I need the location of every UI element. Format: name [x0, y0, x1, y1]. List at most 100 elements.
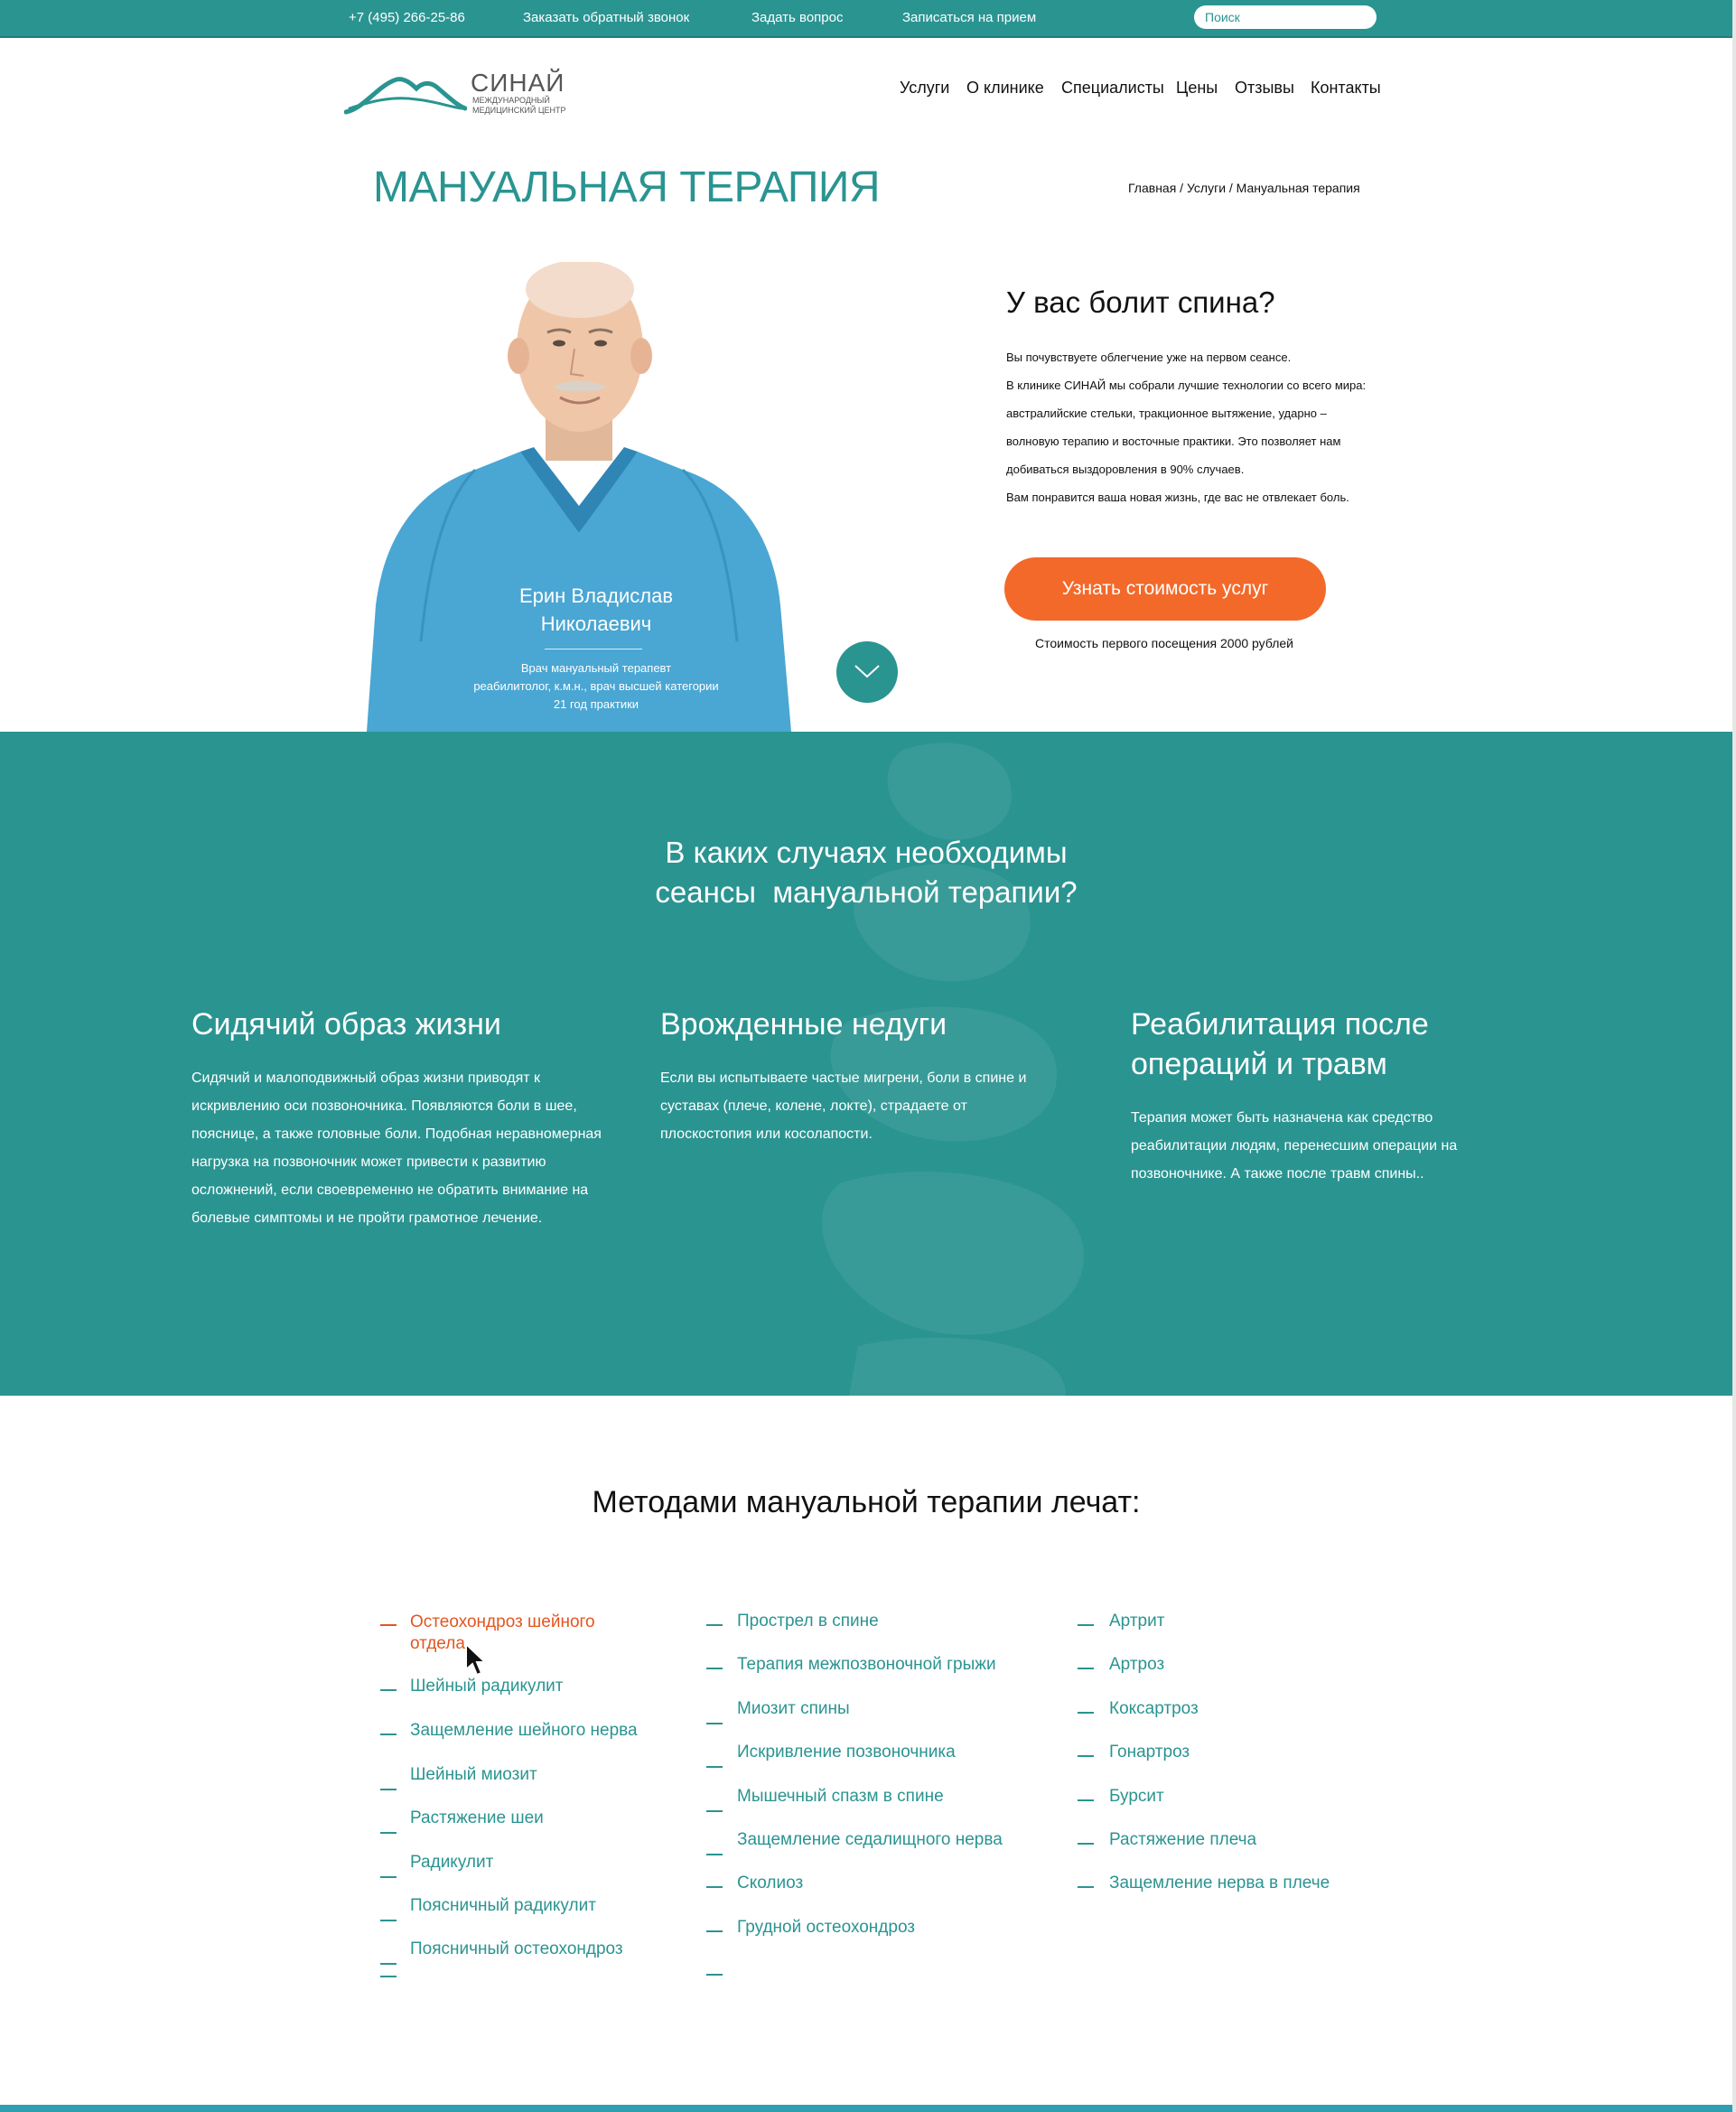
doctor-name-line-1: Ерин Владислав — [518, 584, 674, 607]
doctor-role-line-1: Врач мануальный терапевт — [520, 661, 672, 675]
dash-icon — [706, 1854, 723, 1855]
case-title-line: Реабилитация после — [1131, 1007, 1429, 1042]
logo[interactable]: СИНАЙ МЕЖДУНАРОДНЫЙ МЕДИЦИНСКИЙ ЦЕНТР — [344, 69, 588, 119]
method-link[interactable]: Поясничный радикулит — [410, 1896, 651, 1916]
case-text-rehabilitation: Терапия может быть назначена как средств… — [1131, 1110, 1458, 1182]
case-title-congenital: Врожденные недуги — [660, 1005, 1076, 1044]
list-item[interactable]: Растяжение плеча — [1078, 1830, 1376, 1874]
doctor-role: Врач мануальный терапевт реабилитолог, к… — [434, 659, 759, 714]
method-link[interactable]: Терапия межпозвоночной грыжи — [737, 1655, 1050, 1675]
list-item[interactable]: Остеохондроз шейного отдела — [380, 1612, 651, 1677]
nav-specialists[interactable]: Специалисты — [1061, 79, 1164, 98]
doctor-role-line-2: реабилитолог, к.м.н., врач высшей катего… — [473, 679, 719, 693]
case-title-line: операций и травм — [1131, 1047, 1387, 1081]
method-link[interactable]: Сколиоз — [737, 1874, 1050, 1893]
chevron-down-icon — [854, 665, 880, 678]
footer-strip — [0, 2105, 1732, 2112]
list-item[interactable]: Артроз — [1078, 1655, 1376, 1699]
method-link[interactable]: Коксартроз — [1109, 1699, 1376, 1719]
method-link[interactable]: Мышечный спазм в спине — [737, 1787, 1050, 1807]
list-item[interactable]: Мышечный спазм в спине — [706, 1787, 1050, 1830]
dash-icon — [380, 1789, 397, 1790]
ask-question-link[interactable]: Задать вопрос — [751, 10, 843, 25]
search-input[interactable] — [1194, 5, 1377, 29]
method-link[interactable]: Защемление нерва в плече — [1109, 1874, 1376, 1893]
list-item[interactable]: Поясничный радикулит — [380, 1896, 651, 1939]
dash-icon — [1078, 1712, 1094, 1714]
dash-icon — [380, 1976, 397, 1977]
method-link[interactable]: Гонартроз — [1109, 1743, 1376, 1762]
logo-name: СИНАЙ — [471, 69, 565, 97]
list-item[interactable]: Грудной остеохондроз — [706, 1918, 1050, 1976]
method-link[interactable]: Артрит — [1109, 1612, 1376, 1631]
appointment-link[interactable]: Записаться на прием — [902, 10, 1036, 25]
dash-icon — [706, 1766, 723, 1768]
method-link[interactable]: Шейный радикулит — [410, 1677, 651, 1696]
cases-title: В каких случаях необходимы сеансы мануал… — [0, 833, 1732, 912]
list-item[interactable]: Растяжение шеи — [380, 1808, 651, 1853]
mouse-cursor-icon — [465, 1642, 488, 1677]
case-text-sedentary: Сидячий и малоподвижный образ жизни прив… — [191, 1070, 602, 1226]
phone-link[interactable]: +7 (495) 266-25-86 — [349, 10, 465, 25]
nav-services[interactable]: Услуги — [900, 79, 949, 98]
hero-line: австралийские стельки, тракционное вытяж… — [1006, 407, 1327, 420]
dash-icon — [706, 1886, 723, 1888]
method-link[interactable]: Радикулит — [410, 1853, 651, 1873]
list-item[interactable]: Искривление позвоночника — [706, 1743, 1050, 1787]
list-item[interactable]: Терапия межпозвоночной грыжи — [706, 1655, 1050, 1699]
breadcrumb[interactable]: Главная / Услуги / Мануальная терапия — [1128, 181, 1360, 195]
cases-title-line-1: В каких случаях необходимы — [665, 836, 1068, 869]
hero-line: В клинике СИНАЙ мы собрали лучшие технол… — [1006, 378, 1367, 392]
hero-line: Вам понравится ваша новая жизнь, где вас… — [1006, 491, 1349, 504]
list-item[interactable]: Гонартроз — [1078, 1743, 1376, 1787]
method-link[interactable]: Растяжение шеи — [410, 1808, 651, 1828]
list-item[interactable]: Поясничный остеохондроз — [380, 1939, 651, 1983]
list-item[interactable]: Бурсит — [1078, 1787, 1376, 1830]
method-link[interactable]: Растяжение плеча — [1109, 1830, 1376, 1850]
get-price-button[interactable]: Узнать стоимость услуг — [1004, 557, 1326, 621]
dash-icon — [1078, 1843, 1094, 1845]
list-item[interactable]: Защемление нерва в плече — [1078, 1874, 1376, 1917]
page-title: МАНУАЛЬНАЯ ТЕРАПИЯ — [373, 164, 880, 211]
dash-icon — [706, 1974, 723, 1976]
hero-line: добиваться выздоровления в 90% случаев. — [1006, 463, 1245, 476]
method-link[interactable]: Защемление седалищного нерва — [737, 1830, 1050, 1850]
list-item[interactable]: Защемление шейного нерва — [380, 1721, 651, 1765]
method-link[interactable]: Шейный миозит — [410, 1765, 651, 1785]
logo-subtitle-2: МЕДИЦИНСКИЙ ЦЕНТР — [472, 106, 566, 115]
method-link[interactable]: Грудной остеохондроз — [737, 1918, 1050, 1938]
top-bar: +7 (495) 266-25-86 Заказать обратный зво… — [0, 0, 1732, 38]
list-item[interactable]: Защемление седалищного нерва — [706, 1830, 1050, 1874]
dash-icon — [706, 1810, 723, 1812]
method-link[interactable]: Артроз — [1109, 1655, 1376, 1675]
list-item[interactable]: Сколиоз — [706, 1874, 1050, 1918]
methods-list-3: Артрит Артроз Коксартроз Гонартроз Бурси… — [1078, 1612, 1376, 1917]
list-item[interactable]: Артрит — [1078, 1612, 1376, 1655]
list-item[interactable]: Коксартроз — [1078, 1699, 1376, 1743]
dash-icon — [706, 1930, 723, 1932]
callback-link[interactable]: Заказать обратный звонок — [523, 10, 689, 25]
list-item[interactable]: Миозит спины — [706, 1699, 1050, 1743]
nav-contacts[interactable]: Контакты — [1311, 79, 1381, 98]
method-link[interactable]: Искривление позвоночника — [737, 1743, 1050, 1762]
nav-prices[interactable]: Цены — [1176, 79, 1218, 98]
method-link[interactable]: Прострел в спине — [737, 1612, 1050, 1631]
dash-icon — [380, 1624, 397, 1626]
dash-icon — [706, 1668, 723, 1669]
method-link[interactable]: Поясничный остеохондроз — [410, 1939, 651, 1959]
scroll-down-button[interactable] — [836, 641, 898, 703]
hero-line: Вы почувствуете облегчение уже на первом… — [1006, 350, 1292, 364]
method-link[interactable]: Бурсит — [1109, 1787, 1376, 1807]
dash-icon — [380, 1876, 397, 1878]
nav-about[interactable]: О клинике — [966, 79, 1044, 98]
case-title-line: Врожденные недуги — [660, 1007, 947, 1042]
list-item[interactable]: Шейный радикулит — [380, 1677, 651, 1721]
nav-reviews[interactable]: Отзывы — [1235, 79, 1294, 98]
list-item[interactable]: Прострел в спине — [706, 1612, 1050, 1655]
list-item[interactable]: Радикулит — [380, 1853, 651, 1896]
method-link[interactable]: Остеохондроз шейного отдела — [410, 1612, 618, 1655]
method-link[interactable]: Миозит спины — [737, 1699, 1050, 1719]
list-item[interactable]: Шейный миозит — [380, 1765, 651, 1808]
method-link[interactable]: Защемление шейного нерва — [410, 1721, 651, 1741]
hero-description: Вы почувствуете облегчение уже на первом… — [1006, 343, 1404, 511]
